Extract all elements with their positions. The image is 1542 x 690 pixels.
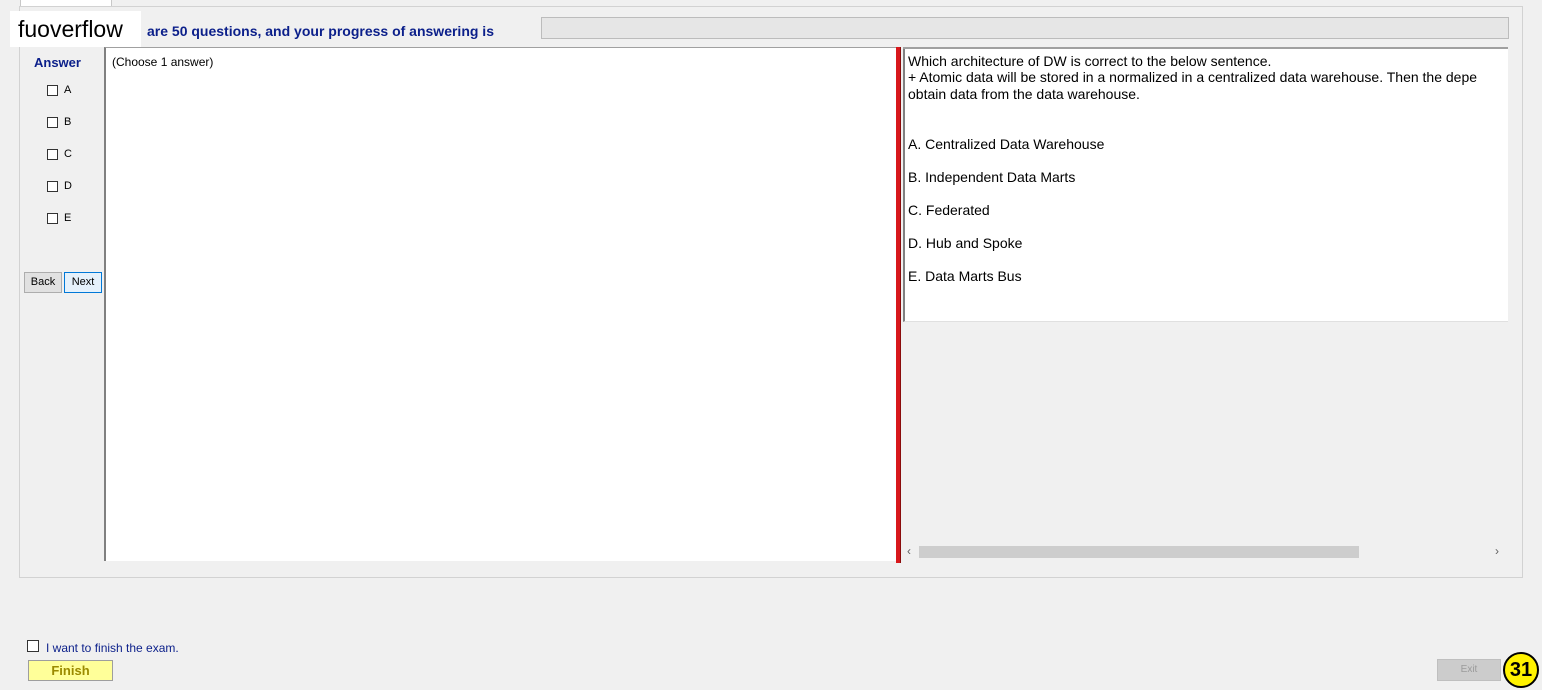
answer-checkbox-a[interactable] <box>47 84 58 96</box>
question-choice-a: A. Centralized Data Warehouse <box>908 136 1105 152</box>
answer-title: Answer <box>34 55 81 70</box>
question-text-line-1: Which architecture of DW is correct to t… <box>908 53 1272 69</box>
answer-option-a[interactable]: A <box>47 83 71 97</box>
answer-option-e[interactable]: E <box>47 211 71 225</box>
question-text-line-2: + Atomic data will be stored in a normal… <box>908 69 1478 85</box>
answer-option-label: E <box>64 212 72 224</box>
question-text-line-3: obtain data from the data warehouse. <box>908 86 1140 102</box>
finish-button[interactable]: Finish <box>28 660 113 681</box>
answer-option-b[interactable]: B <box>47 115 71 129</box>
progress-bar <box>541 17 1509 39</box>
progress-header-text: are 50 questions, and your progress of a… <box>147 23 494 39</box>
finish-exam-checkbox[interactable] <box>27 640 45 652</box>
watermark-logo: fuoverflow <box>10 11 141 47</box>
answer-option-label: C <box>64 148 72 160</box>
answer-option-label: B <box>64 116 72 128</box>
question-content: Which architecture of DW is correct to t… <box>903 49 1508 322</box>
answer-checkbox-e[interactable] <box>47 212 58 224</box>
scroll-left-icon[interactable]: ‹ <box>907 543 911 560</box>
back-button[interactable]: Back <box>24 272 62 293</box>
answer-option-d[interactable]: D <box>47 179 72 193</box>
exit-button[interactable]: Exit <box>1437 659 1501 681</box>
instruction-text: (Choose 1 answer) <box>112 55 214 69</box>
answer-option-label: D <box>64 180 72 192</box>
page-number-badge: 31 <box>1503 652 1539 688</box>
checkbox-box[interactable] <box>27 640 39 652</box>
answer-checkbox-b[interactable] <box>47 116 58 128</box>
finish-exam-label[interactable]: I want to finish the exam. <box>46 641 179 655</box>
answer-option-c[interactable]: C <box>47 147 72 161</box>
question-choice-b: B. Independent Data Marts <box>908 169 1076 185</box>
answer-instruction-box: (Choose 1 answer) <box>104 47 896 561</box>
question-choice-c: C. Federated <box>908 202 990 218</box>
next-button[interactable]: Next <box>64 272 102 293</box>
answer-checkbox-c[interactable] <box>47 148 58 160</box>
scroll-right-icon[interactable]: › <box>1495 543 1499 560</box>
answer-option-label: A <box>64 84 72 96</box>
panel-divider[interactable] <box>896 47 901 563</box>
question-choice-d: D. Hub and Spoke <box>908 235 1023 251</box>
horizontal-scrollbar[interactable]: ‹ › <box>903 543 1508 560</box>
question-choice-e: E. Data Marts Bus <box>908 268 1022 284</box>
answer-checkbox-d[interactable] <box>47 180 58 192</box>
scrollbar-thumb[interactable] <box>919 546 1359 558</box>
question-panel: Which architecture of DW is correct to t… <box>903 47 1508 563</box>
